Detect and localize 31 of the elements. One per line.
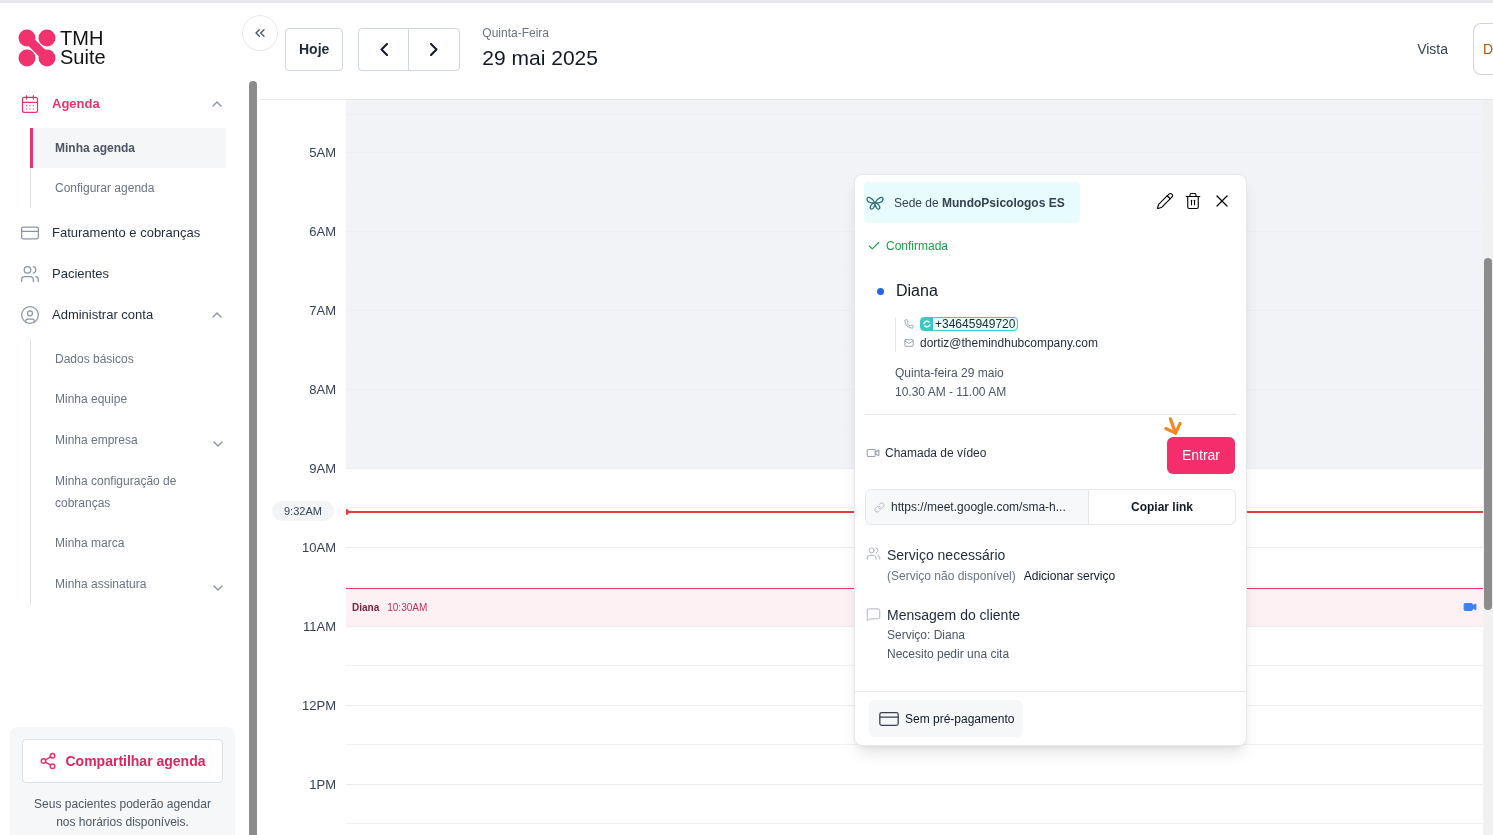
hour-label: 8AM: [309, 381, 336, 399]
email-text: dortiz@themindhubcompany.com: [920, 335, 1099, 352]
hour-label: 12PM: [302, 697, 336, 715]
location-text: Sede de MundoPsicologos ES: [894, 194, 1065, 212]
event-time: 10:30AM: [387, 600, 428, 615]
event-name: Diana: [352, 600, 380, 615]
payment-text: Sem pré-pagamento: [905, 710, 1015, 728]
logo-text: TMH: [60, 29, 105, 48]
video-call-label: Chamada de vídeo: [885, 445, 987, 462]
weekday-label: Quinta-Feira: [482, 25, 551, 43]
service-status: (Serviço não disponível): [887, 568, 1016, 585]
hour-label: 11AM: [303, 618, 336, 636]
current-time-label: 9:32AM: [272, 500, 334, 521]
appointment-date: Quinta-feira 29 maio: [895, 365, 1005, 382]
hour-label: 7AM: [309, 302, 336, 320]
message-text: Necesito pedir una cita: [887, 646, 1011, 663]
service-title: Serviço necessário: [887, 546, 1007, 565]
view-label: Vista: [1417, 39, 1448, 59]
message-text: Serviço: Diana: [887, 627, 967, 644]
share-note: Seus pacientes poderão agendar nos horários disponíveis.: [33, 796, 212, 831]
logo-text: Suite: [60, 48, 106, 67]
client-name: Diana: [896, 281, 938, 301]
hour-label: 9AM: [309, 460, 336, 478]
hour-label: 6AM: [309, 223, 336, 241]
date-title: 29 mai 2025: [482, 45, 598, 72]
message-title: Mensagem do cliente: [887, 606, 1021, 625]
hour-label: 10AM: [302, 539, 336, 557]
appointment-time: 10.30 AM - 11.00 AM: [895, 384, 1008, 401]
status-text: Confirmada: [886, 238, 949, 255]
hour-label: 1PM: [309, 776, 336, 794]
hour-label: 5AM: [309, 144, 336, 162]
